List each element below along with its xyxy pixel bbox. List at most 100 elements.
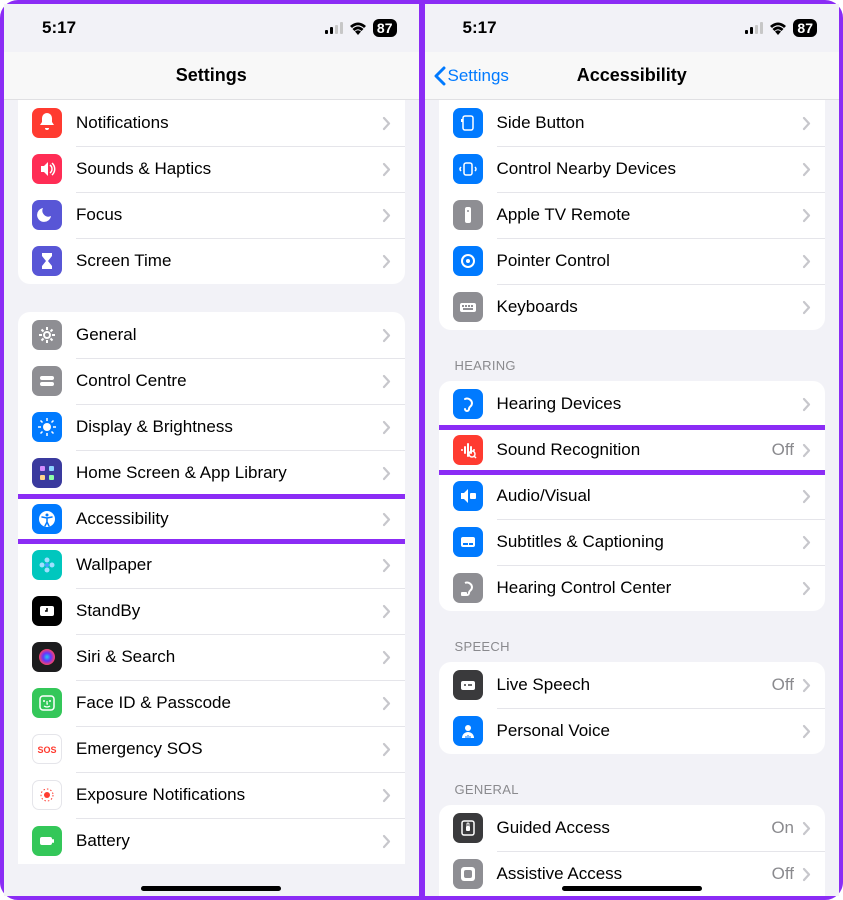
- wifi-icon: [769, 22, 787, 35]
- flower-icon: [32, 550, 62, 580]
- chevron-right-icon: [802, 678, 811, 693]
- accessibility-group-hearing: Hearing DevicesSound RecognitionOffAudio…: [439, 381, 826, 611]
- subtitles-icon: [453, 527, 483, 557]
- row-value: On: [771, 818, 794, 838]
- back-button[interactable]: Settings: [433, 66, 509, 86]
- content-right[interactable]: Side Button Control Nearby Devices Apple T…: [425, 100, 840, 896]
- chevron-right-icon: [382, 558, 391, 573]
- row-emergency-sos[interactable]: SOSEmergency SOS: [18, 726, 405, 772]
- phone-right: 5:17 87 Settings Accessibility Side Butt…: [425, 4, 840, 896]
- row-general[interactable]: General: [18, 312, 405, 358]
- status-icons: 87: [325, 19, 397, 37]
- row-display-brightness[interactable]: Display & Brightness: [18, 404, 405, 450]
- settings-group-1: Notifications Sounds & Haptics Focus Screen…: [18, 100, 405, 284]
- home-indicator[interactable]: [562, 886, 702, 891]
- status-time: 5:17: [463, 18, 497, 38]
- row-control-nearby[interactable]: Control Nearby Devices: [439, 146, 826, 192]
- chevron-right-icon: [382, 788, 391, 803]
- row-standby[interactable]: StandBy: [18, 588, 405, 634]
- sidebutton-icon: [453, 108, 483, 138]
- row-screen-time[interactable]: Screen Time: [18, 238, 405, 284]
- home-indicator[interactable]: [141, 886, 281, 891]
- row-hearing-devices[interactable]: Hearing Devices: [439, 381, 826, 427]
- accessibility-icon: [32, 504, 62, 534]
- row-label: Display & Brightness: [76, 417, 382, 437]
- gear-icon: [32, 320, 62, 350]
- chevron-right-icon: [382, 116, 391, 131]
- chevron-right-icon: [382, 208, 391, 223]
- row-exposure[interactable]: Exposure Notifications: [18, 772, 405, 818]
- group-header-speech: SPEECH: [455, 639, 810, 654]
- accessibility-group-1: Side Button Control Nearby Devices Apple T…: [439, 100, 826, 330]
- chevron-right-icon: [802, 300, 811, 315]
- chevron-right-icon: [802, 397, 811, 412]
- row-label: StandBy: [76, 601, 382, 621]
- hourglass-icon: [32, 246, 62, 276]
- row-wallpaper[interactable]: Wallpaper: [18, 542, 405, 588]
- page-title: Settings: [176, 65, 247, 86]
- row-label: Sounds & Haptics: [76, 159, 382, 179]
- row-label: Exposure Notifications: [76, 785, 382, 805]
- chevron-right-icon: [382, 254, 391, 269]
- row-label: General: [76, 325, 382, 345]
- row-value: Off: [772, 440, 794, 460]
- accessibility-group-speech: Live SpeechOffPersonal Voice: [439, 662, 826, 754]
- row-sounds-haptics[interactable]: Sounds & Haptics: [18, 146, 405, 192]
- row-accessibility[interactable]: Accessibility: [18, 496, 405, 542]
- exposure-icon: [32, 780, 62, 810]
- chevron-right-icon: [382, 742, 391, 757]
- row-apple-tv-remote[interactable]: Apple TV Remote: [439, 192, 826, 238]
- row-sound-recognition[interactable]: Sound RecognitionOff: [439, 427, 826, 473]
- bell-icon: [32, 108, 62, 138]
- battery-badge: 87: [373, 19, 397, 37]
- row-audio-visual[interactable]: Audio/Visual: [439, 473, 826, 519]
- grid-icon: [32, 458, 62, 488]
- row-pointer-control[interactable]: Pointer Control: [439, 238, 826, 284]
- row-label: Pointer Control: [497, 251, 803, 271]
- row-label: Wallpaper: [76, 555, 382, 575]
- guided-icon: [453, 813, 483, 843]
- row-personal-voice[interactable]: Personal Voice: [439, 708, 826, 754]
- chevron-right-icon: [382, 696, 391, 711]
- row-label: Subtitles & Captioning: [497, 532, 803, 552]
- hearingcontrol-icon: [453, 573, 483, 603]
- chevron-right-icon: [382, 650, 391, 665]
- row-control-centre[interactable]: Control Centre: [18, 358, 405, 404]
- row-hearing-control[interactable]: Hearing Control Center: [439, 565, 826, 611]
- chevron-right-icon: [802, 443, 811, 458]
- assistive-icon: [453, 859, 483, 889]
- row-siri-search[interactable]: Siri & Search: [18, 634, 405, 680]
- chevron-right-icon: [802, 162, 811, 177]
- row-notifications[interactable]: Notifications: [18, 100, 405, 146]
- status-time: 5:17: [42, 18, 76, 38]
- chevron-right-icon: [802, 254, 811, 269]
- row-label: Keyboards: [497, 297, 803, 317]
- row-battery[interactable]: Battery: [18, 818, 405, 864]
- cellular-icon: [325, 22, 343, 34]
- row-label: Focus: [76, 205, 382, 225]
- row-live-speech[interactable]: Live SpeechOff: [439, 662, 826, 708]
- phone-left: 5:17 87 Settings Notifications Sounds & H…: [4, 4, 419, 896]
- row-guided-access[interactable]: Guided AccessOn: [439, 805, 826, 851]
- clock-icon: [32, 596, 62, 626]
- chevron-right-icon: [802, 821, 811, 836]
- chevron-right-icon: [382, 328, 391, 343]
- row-side-button[interactable]: Side Button: [439, 100, 826, 146]
- row-label: Face ID & Passcode: [76, 693, 382, 713]
- content-left[interactable]: Notifications Sounds & Haptics Focus Screen…: [4, 100, 419, 896]
- toggles-icon: [32, 366, 62, 396]
- group-header-hearing: HEARING: [455, 358, 810, 373]
- nearby-icon: [453, 154, 483, 184]
- row-face-id[interactable]: Face ID & Passcode: [18, 680, 405, 726]
- chevron-right-icon: [802, 116, 811, 131]
- row-label: Emergency SOS: [76, 739, 382, 759]
- row-label: Control Nearby Devices: [497, 159, 803, 179]
- row-focus[interactable]: Focus: [18, 192, 405, 238]
- nav-header: Settings: [4, 52, 419, 100]
- row-label: Apple TV Remote: [497, 205, 803, 225]
- row-home-screen[interactable]: Home Screen & App Library: [18, 450, 405, 496]
- chevron-right-icon: [802, 489, 811, 504]
- row-subtitles[interactable]: Subtitles & Captioning: [439, 519, 826, 565]
- chevron-right-icon: [802, 581, 811, 596]
- row-keyboards[interactable]: Keyboards: [439, 284, 826, 330]
